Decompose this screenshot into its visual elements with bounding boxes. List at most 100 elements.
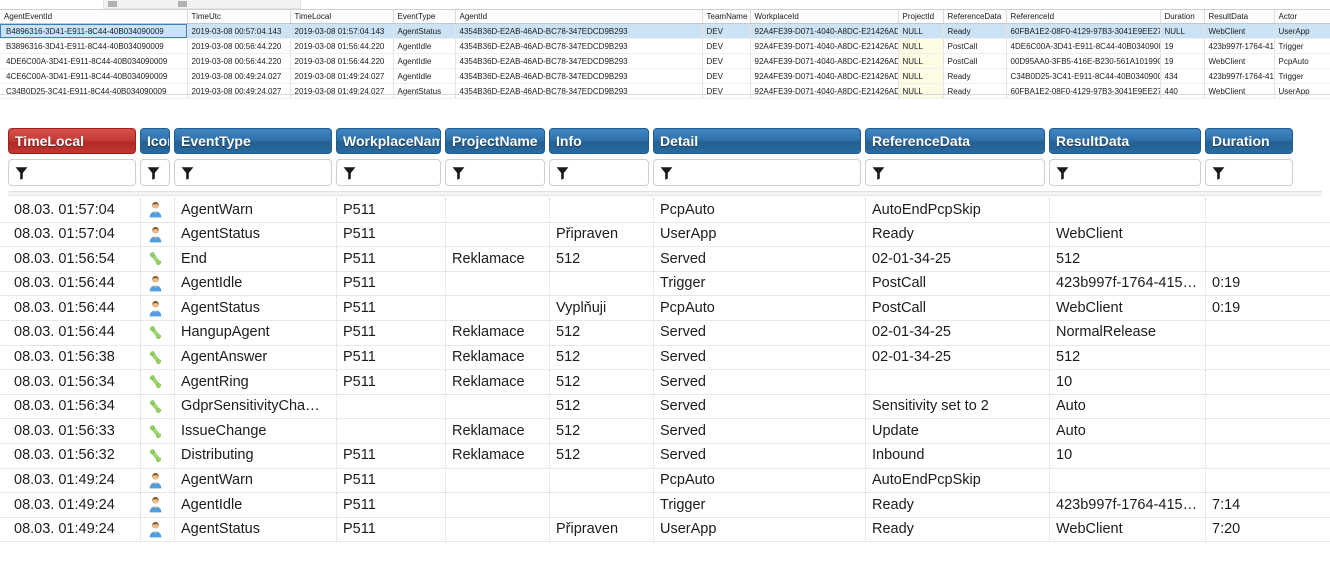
cell-timelocal[interactable]: 08.03. 01:57:04: [8, 222, 136, 247]
sql-cell-projectid[interactable]: NULL: [898, 53, 944, 69]
cell-detail[interactable]: Served: [653, 345, 861, 370]
cell-duration[interactable]: [1205, 468, 1293, 493]
cell-projectname[interactable]: [445, 492, 545, 518]
sql-col-header-duration[interactable]: Duration: [1160, 10, 1205, 24]
sql-cell-referenceid[interactable]: 4DE6C00A-3D41-E911-8C44-40B034090009: [1006, 38, 1161, 54]
cell-icon[interactable]: [140, 443, 170, 469]
cell-icon[interactable]: [140, 418, 170, 444]
cell-referencedata[interactable]: Update: [865, 418, 1045, 444]
sql-cell-agenteventid[interactable]: C34B0D25-3C41-E911-8C44-40B034090009: [0, 83, 188, 99]
cell-info[interactable]: 512: [549, 443, 649, 469]
cell-resultdata[interactable]: 10: [1049, 443, 1201, 469]
cell-detail[interactable]: Served: [653, 246, 861, 272]
cell-info[interactable]: 512: [549, 320, 649, 346]
filter-funnel-icon[interactable]: [660, 166, 673, 180]
sql-cell-projectid[interactable]: NULL: [898, 23, 944, 39]
sql-cell-actor[interactable]: Trigger: [1274, 38, 1330, 54]
cell-detail[interactable]: Served: [653, 443, 861, 469]
cell-resultdata[interactable]: [1049, 468, 1201, 493]
cell-eventtype[interactable]: AgentRing: [174, 369, 332, 395]
sql-col-header-actor[interactable]: Actor: [1274, 10, 1330, 24]
cell-referencedata[interactable]: 02-01-34-25: [865, 246, 1045, 272]
cell-projectname[interactable]: [445, 468, 545, 493]
filter-input-workplacename[interactable]: [336, 159, 441, 186]
cell-duration[interactable]: [1205, 197, 1293, 223]
filter-funnel-icon[interactable]: [15, 166, 28, 180]
table-row[interactable]: 08.03. 01:56:32 Distributing P511 Reklamac…: [0, 443, 1330, 469]
sql-cell-teamname[interactable]: DEV: [702, 83, 751, 99]
cell-referencedata[interactable]: 02-01-34-25: [865, 320, 1045, 346]
sql-cell-projectid[interactable]: NULL: [898, 83, 944, 99]
sql-cell-timelocal[interactable]: 2019-03-08 01:49:24.027: [290, 83, 394, 99]
cell-projectname[interactable]: [445, 394, 545, 419]
sql-col-header-agentid[interactable]: AgentId: [455, 10, 703, 24]
cell-referencedata[interactable]: Ready: [865, 222, 1045, 247]
cell-workplacename[interactable]: P511: [336, 443, 441, 469]
sql-cell-actor[interactable]: UserApp: [1274, 83, 1330, 99]
cell-icon[interactable]: [140, 369, 170, 395]
cell-projectname[interactable]: Reklamace: [445, 246, 545, 272]
cell-timelocal[interactable]: 08.03. 01:56:38: [8, 345, 136, 370]
cell-referencedata[interactable]: [865, 369, 1045, 395]
cell-timelocal[interactable]: 08.03. 01:57:04: [8, 198, 136, 223]
cell-workplacename[interactable]: P511: [336, 295, 441, 321]
table-row[interactable]: 08.03. 01:56:34 AgentRing P511 Reklamace 51…: [0, 369, 1330, 395]
sql-cell-agenteventid[interactable]: 4CE6C00A-3D41-E911-8C44-40B034090009: [0, 68, 188, 84]
sql-cell-duration[interactable]: 19: [1160, 53, 1205, 69]
cell-workplacename[interactable]: P511: [336, 197, 441, 223]
cell-eventtype[interactable]: AgentWarn: [174, 468, 332, 493]
cell-projectname[interactable]: Reklamace: [445, 443, 545, 469]
sql-cell-actor[interactable]: Trigger: [1274, 68, 1330, 84]
table-row[interactable]: 08.03. 01:57:04 AgentStatus P511 Připraven…: [0, 222, 1330, 248]
cell-icon[interactable]: [140, 222, 170, 247]
sql-cell-agentid[interactable]: 4354B36D-E2AB-46AD-BC78-347EDCD9B293: [455, 68, 703, 84]
cell-duration[interactable]: [1205, 345, 1293, 370]
cell-workplacename[interactable]: P511: [336, 246, 441, 272]
sql-cell-workplaceid[interactable]: 92A4FE39-D071-4040-A8DC-E21426AD8B08: [750, 23, 899, 39]
agent-event-grid[interactable]: TimeLocalIconEventTypeWorkplaceNameProje…: [0, 128, 1330, 543]
filter-input-duration[interactable]: [1205, 159, 1293, 186]
sql-cell-agentid[interactable]: 4354B36D-E2AB-46AD-BC78-347EDCD9B293: [455, 53, 703, 69]
cell-eventtype[interactable]: AgentStatus: [174, 517, 332, 542]
sql-cell-projectid[interactable]: NULL: [898, 68, 944, 84]
filter-funnel-icon[interactable]: [556, 166, 569, 180]
sql-cell-resultdata[interactable]: WebClient: [1204, 83, 1275, 99]
sql-col-header-workplaceid[interactable]: WorkplaceId: [750, 10, 899, 24]
cell-projectname[interactable]: [445, 197, 545, 223]
cell-duration[interactable]: 0:19: [1205, 271, 1293, 296]
cell-icon[interactable]: [140, 271, 170, 296]
sql-cell-eventtype[interactable]: AgentIdle: [393, 68, 456, 84]
cell-detail[interactable]: UserApp: [653, 222, 861, 247]
cell-timelocal[interactable]: 08.03. 01:56:44: [8, 271, 136, 296]
cell-projectname[interactable]: [445, 295, 545, 321]
sql-cell-workplaceid[interactable]: 92A4FE39-D071-4040-A8DC-E21426AD8B08: [750, 53, 899, 69]
table-row[interactable]: 08.03. 01:57:04 AgentWarn P511 PcpAuto Auto…: [0, 197, 1330, 223]
filter-funnel-icon[interactable]: [147, 166, 160, 180]
cell-info[interactable]: 512: [549, 369, 649, 395]
table-row[interactable]: 08.03. 01:56:54 End P511 Reklamace 512 Serve…: [0, 246, 1330, 272]
cell-icon[interactable]: [140, 320, 170, 346]
cell-referencedata[interactable]: AutoEndPcpSkip: [865, 468, 1045, 493]
cell-resultdata[interactable]: 423b997f-1764-415…: [1049, 492, 1201, 518]
cell-projectname[interactable]: [445, 271, 545, 296]
sql-cell-agenteventid[interactable]: B3896316-3D41-E911-8C44-40B034090009: [0, 38, 188, 54]
cell-info[interactable]: [549, 492, 649, 518]
column-header-icon[interactable]: Icon: [140, 128, 170, 154]
toolbar-icon-b[interactable]: [178, 1, 187, 7]
column-header-detail[interactable]: Detail: [653, 128, 861, 154]
sql-cell-eventtype[interactable]: AgentIdle: [393, 53, 456, 69]
table-row[interactable]: 08.03. 01:56:44 HangupAgent P511 Reklamace…: [0, 320, 1330, 346]
cell-resultdata[interactable]: [1049, 197, 1201, 223]
filter-input-info[interactable]: [549, 159, 649, 186]
sql-cell-agentid[interactable]: 4354B36D-E2AB-46AD-BC78-347EDCD9B293: [455, 38, 703, 54]
column-header-resultdata[interactable]: ResultData: [1049, 128, 1201, 154]
sql-col-header-timeutc[interactable]: TimeUtc: [187, 10, 291, 24]
sql-cell-eventtype[interactable]: AgentStatus: [393, 23, 456, 39]
table-row[interactable]: 08.03. 01:49:24 AgentIdle P511 Trigger Read…: [0, 492, 1330, 518]
cell-eventtype[interactable]: Distributing: [174, 443, 332, 469]
cell-resultdata[interactable]: 423b997f-1764-415…: [1049, 271, 1201, 296]
cell-info[interactable]: 512: [549, 345, 649, 370]
cell-duration[interactable]: [1205, 418, 1293, 444]
cell-duration[interactable]: 7:14: [1205, 492, 1293, 518]
sql-cell-referencedata[interactable]: Ready: [943, 68, 1007, 84]
